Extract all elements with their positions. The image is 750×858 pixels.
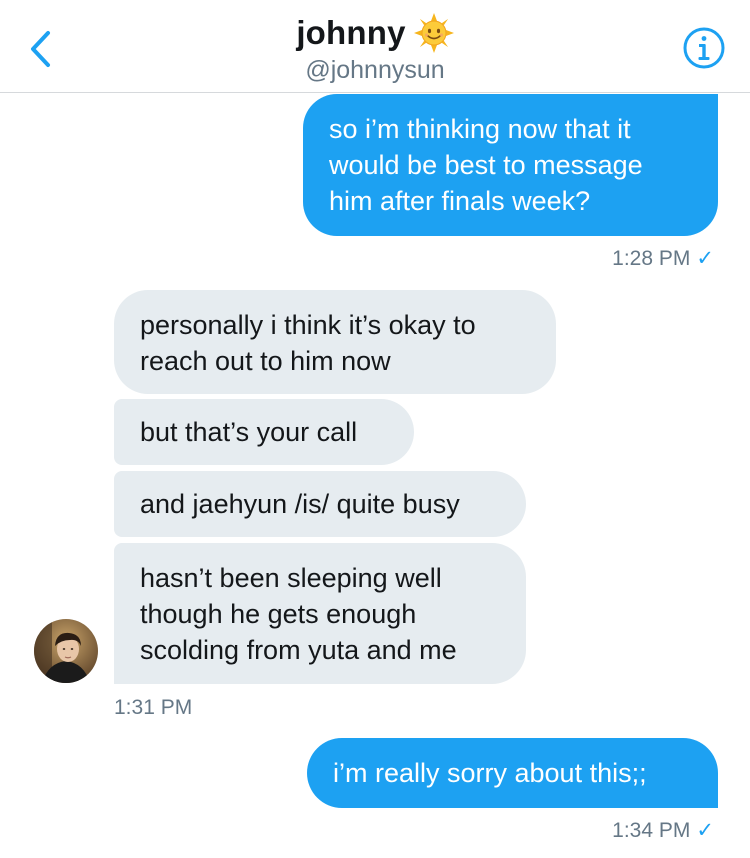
received-message-bubble[interactable]: hasn’t been sleeping well though he gets… xyxy=(114,543,526,684)
read-check-icon: ✓ xyxy=(696,247,714,270)
read-check-icon: ✓ xyxy=(696,819,714,842)
conversation-header: johnny @johnnysun xyxy=(0,0,750,93)
message-line: him after finals week? xyxy=(329,186,591,216)
timestamp-text: 1:31 PM xyxy=(114,696,193,719)
message-line: reach out to him now xyxy=(140,346,391,376)
received-message-bubble[interactable]: personally i think it’s okay to reach ou… xyxy=(114,290,556,394)
message-line: scolding from yuta and me xyxy=(140,635,457,665)
message-line: i’m really sorry about this;; xyxy=(333,758,647,788)
sent-message-bubble[interactable]: i’m really sorry about this;; xyxy=(307,738,718,808)
message-timestamp: 1:28 PM ✓ xyxy=(612,246,714,271)
message-timestamp: 1:34 PM ✓ xyxy=(612,818,714,843)
message-line: hasn’t been sleeping well xyxy=(140,563,442,593)
message-line: would be best to message xyxy=(329,150,643,180)
message-line: though he gets enough xyxy=(140,599,417,629)
sun-face-emoji-icon xyxy=(413,13,454,53)
message-line: personally i think it’s okay to xyxy=(140,310,476,340)
conversation-title: johnny xyxy=(296,14,406,51)
sender-avatar[interactable] xyxy=(34,619,98,683)
message-line: and jaehyun /is/ quite busy xyxy=(140,489,460,519)
received-message-bubble[interactable]: and jaehyun /is/ quite busy xyxy=(114,471,526,537)
conversation-handle: @johnnysun xyxy=(305,56,445,84)
conversation-title-block[interactable]: johnny @johnnysun xyxy=(0,10,750,85)
message-line: so i’m thinking now that it xyxy=(329,114,631,144)
timestamp-text: 1:34 PM xyxy=(612,819,691,842)
timestamp-text: 1:28 PM xyxy=(612,247,691,270)
sent-message-bubble[interactable]: so i’m thinking now that it would be bes… xyxy=(303,94,718,236)
avatar-photo xyxy=(34,619,98,683)
info-icon xyxy=(683,27,725,69)
received-message-bubble[interactable]: but that’s your call xyxy=(114,399,414,465)
conversation-info-button[interactable] xyxy=(680,24,728,72)
message-timestamp: 1:31 PM xyxy=(114,696,192,720)
message-line: but that’s your call xyxy=(140,417,358,447)
